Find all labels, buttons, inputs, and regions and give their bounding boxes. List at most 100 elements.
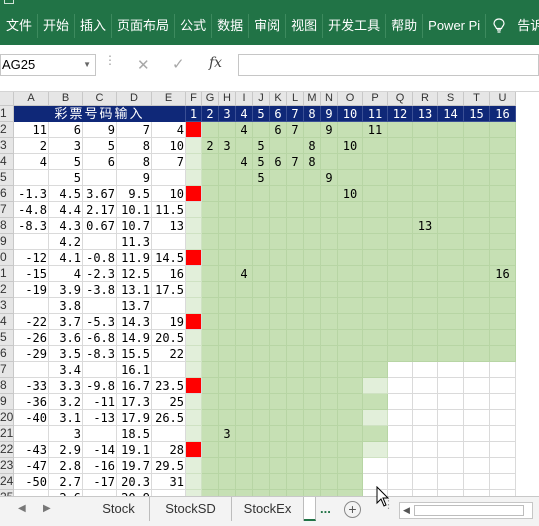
number-cell[interactable] [219,218,236,234]
save-icon[interactable] [4,0,14,4]
number-cell[interactable] [464,442,490,458]
number-header-cell[interactable]: 15 [464,106,490,122]
number-cell[interactable] [490,394,516,410]
number-cell[interactable] [321,234,338,250]
number-cell[interactable] [338,394,363,410]
number-cell[interactable] [413,154,438,170]
data-cell[interactable]: 2.8 [49,458,83,474]
number-cell[interactable] [202,250,219,266]
number-cell[interactable] [338,298,363,314]
column-header[interactable]: G [202,92,219,106]
row-header[interactable]: 9 [0,234,14,250]
number-cell[interactable] [202,346,219,362]
number-cell[interactable] [338,314,363,330]
number-cell[interactable] [338,442,363,458]
number-cell[interactable] [388,346,413,362]
number-cell[interactable] [186,346,202,362]
number-cell[interactable] [236,346,253,362]
number-header-cell[interactable]: 4 [236,106,253,122]
number-cell[interactable] [186,218,202,234]
number-cell[interactable] [186,410,202,426]
number-cell[interactable] [304,314,321,330]
number-cell[interactable] [438,250,464,266]
number-header-cell[interactable]: 7 [287,106,304,122]
data-cell[interactable] [152,234,186,250]
number-cell[interactable] [186,170,202,186]
number-cell[interactable] [236,362,253,378]
number-cell[interactable] [464,330,490,346]
number-cell[interactable]: 3 [219,426,236,442]
number-cell[interactable] [464,410,490,426]
data-cell[interactable]: 3.5 [49,346,83,362]
number-cell[interactable] [253,282,270,298]
number-cell[interactable] [304,378,321,394]
number-header-cell[interactable]: 16 [490,106,516,122]
number-cell[interactable]: 4 [236,154,253,170]
number-cell[interactable] [304,442,321,458]
data-cell[interactable]: 16 [152,266,186,282]
number-cell[interactable] [464,170,490,186]
number-cell[interactable] [413,362,438,378]
number-cell[interactable] [236,250,253,266]
data-cell[interactable]: -43 [14,442,49,458]
number-cell[interactable] [438,410,464,426]
data-cell[interactable]: 13.1 [117,282,152,298]
data-cell[interactable]: -16 [83,458,117,474]
number-cell[interactable] [438,362,464,378]
number-cell[interactable] [338,170,363,186]
number-cell[interactable] [413,426,438,442]
number-cell[interactable]: 11 [363,122,388,138]
number-cell[interactable] [186,202,202,218]
number-cell[interactable] [304,250,321,266]
number-cell[interactable] [413,250,438,266]
scroll-left-arrow-icon[interactable]: ◀ [403,505,410,516]
number-cell[interactable] [464,474,490,490]
data-cell[interactable]: 2.17 [83,202,117,218]
number-cell[interactable] [253,298,270,314]
number-cell[interactable] [253,218,270,234]
ribbon-tab[interactable]: 公式 [175,14,213,38]
data-cell[interactable]: 4 [152,122,186,138]
number-cell[interactable] [321,458,338,474]
number-cell[interactable] [363,346,388,362]
number-cell[interactable] [287,250,304,266]
number-cell[interactable] [287,458,304,474]
number-cell[interactable] [287,394,304,410]
data-cell[interactable]: 13 [152,218,186,234]
number-cell[interactable] [388,362,413,378]
red-marker-cell[interactable] [186,186,202,202]
number-cell[interactable] [363,186,388,202]
data-cell[interactable]: 4 [14,154,49,170]
number-cell[interactable]: 6 [270,154,287,170]
scroll-left-icon[interactable]: ◀ [18,503,26,514]
number-cell[interactable] [413,170,438,186]
number-cell[interactable] [253,234,270,250]
data-cell[interactable] [14,234,49,250]
column-header[interactable]: F [186,92,202,106]
number-cell[interactable] [438,202,464,218]
number-cell[interactable] [321,442,338,458]
number-cell[interactable]: 8 [304,138,321,154]
number-cell[interactable] [304,170,321,186]
number-cell[interactable] [338,202,363,218]
number-cell[interactable] [304,122,321,138]
data-cell[interactable]: 23.5 [152,378,186,394]
number-cell[interactable] [338,250,363,266]
number-cell[interactable]: 9 [321,170,338,186]
number-cell[interactable] [363,298,388,314]
number-cell[interactable]: 5 [253,154,270,170]
number-cell[interactable] [287,410,304,426]
number-cell[interactable] [413,202,438,218]
data-cell[interactable]: 4.1 [49,250,83,266]
data-cell[interactable]: 11.5 [152,202,186,218]
number-cell[interactable] [304,410,321,426]
number-cell[interactable] [253,362,270,378]
number-cell[interactable] [253,394,270,410]
number-cell[interactable] [304,298,321,314]
data-cell[interactable]: 3.67 [83,186,117,202]
data-cell[interactable]: 12.5 [117,266,152,282]
number-cell[interactable] [438,186,464,202]
number-cell[interactable] [253,426,270,442]
number-cell[interactable] [270,442,287,458]
data-cell[interactable]: 9.5 [117,186,152,202]
